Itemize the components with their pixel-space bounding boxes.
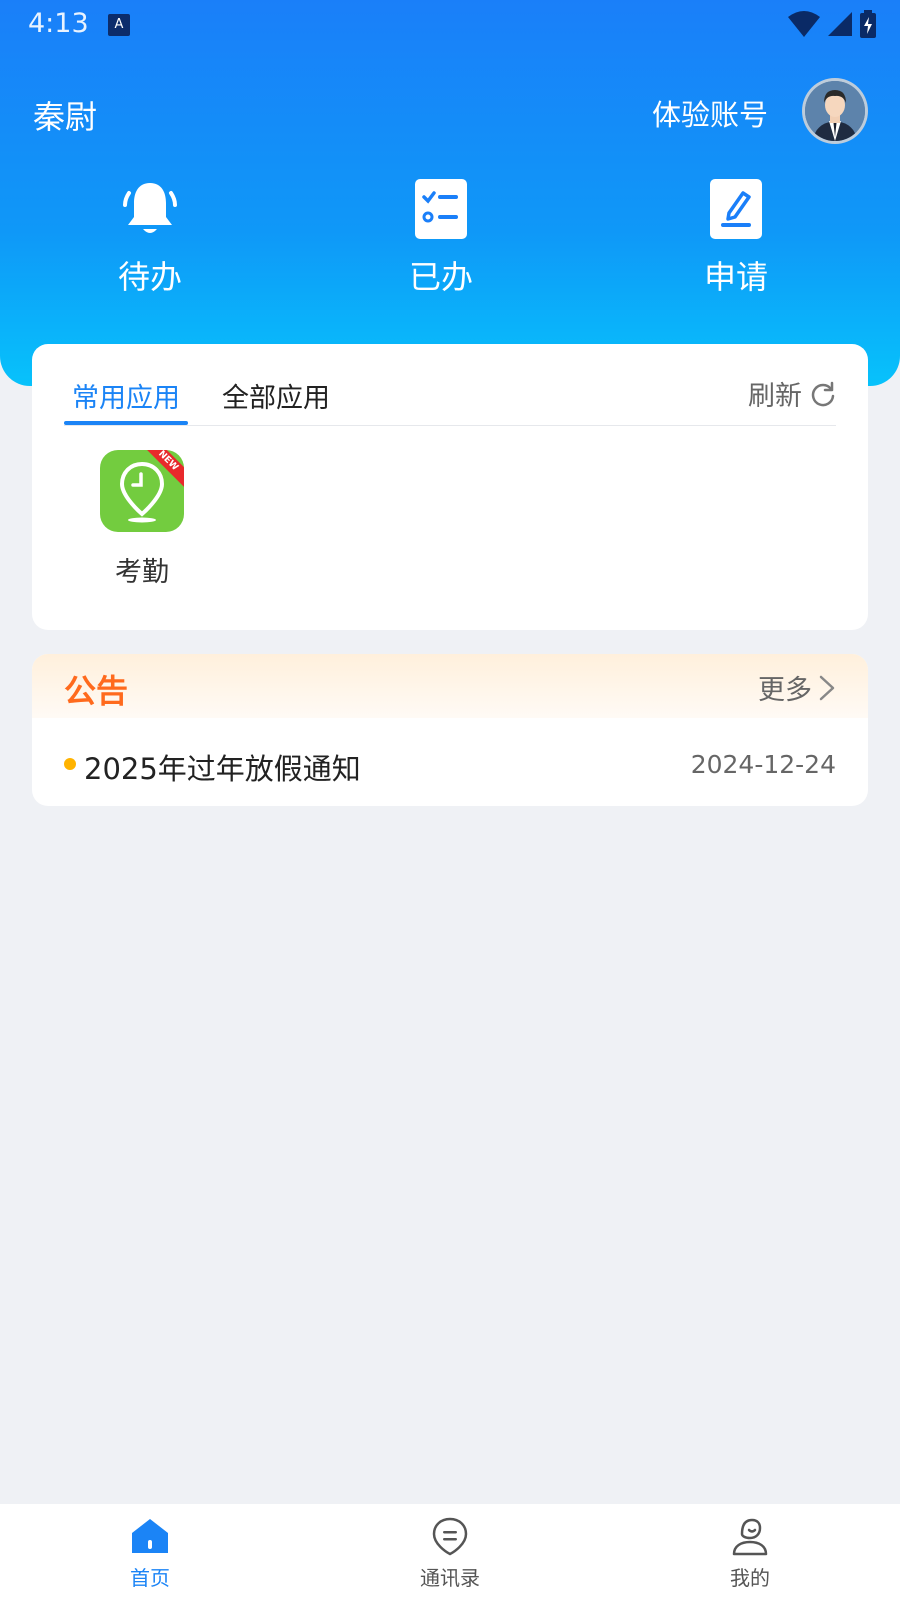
refresh-button[interactable]: 刷新: [748, 374, 836, 413]
profile-icon: [728, 1514, 772, 1558]
notice-item[interactable]: 2025年过年放假通知 2024-12-24: [64, 746, 836, 786]
status-icons: [788, 10, 876, 38]
notice-title: 公告: [64, 672, 129, 710]
signal-icon: [828, 12, 852, 36]
status-time: 4:13: [28, 8, 89, 39]
quick-action-todo[interactable]: 待办: [90, 176, 210, 298]
notification-icon: A: [108, 14, 130, 36]
quick-action-label: 申请: [703, 258, 768, 296]
bell-icon: [115, 176, 185, 242]
nav-home[interactable]: 首页: [90, 1514, 210, 1591]
nav-contacts[interactable]: 通讯录: [390, 1514, 510, 1591]
nav-label: 我的: [730, 1566, 770, 1590]
company-name: 秦尉: [33, 98, 98, 136]
quick-action-done[interactable]: 已办: [381, 176, 501, 298]
wifi-icon: [788, 11, 820, 37]
home-icon: [128, 1514, 172, 1558]
bottom-navigation: 首页 通讯录 我的: [0, 1504, 900, 1600]
notice-item-title: 2025年过年放假通知: [84, 752, 361, 786]
notice-item-date: 2024-12-24: [690, 750, 836, 779]
status-bar: 4:13 A: [0, 0, 900, 50]
edit-document-icon: [701, 176, 771, 242]
quick-action-label: 已办: [408, 258, 473, 296]
battery-icon: [860, 10, 876, 38]
tab-common-apps[interactable]: 常用应用: [72, 376, 180, 415]
nav-profile[interactable]: 我的: [690, 1514, 810, 1591]
avatar-image: [805, 81, 865, 141]
quick-action-label: 待办: [117, 258, 182, 296]
avatar[interactable]: [802, 78, 868, 144]
more-label: 更多: [758, 675, 812, 706]
chevron-right-icon: [819, 675, 835, 700]
bullet-dot: [64, 758, 76, 770]
app-attendance[interactable]: NEW 考勤: [100, 450, 184, 589]
notice-card: 公告 更多 2025年过年放假通知 2024-12-24: [32, 654, 868, 806]
tab-all-apps[interactable]: 全部应用: [222, 376, 330, 415]
account-label[interactable]: 体验账号: [652, 92, 768, 134]
apps-card: 常用应用 全部应用 刷新 NEW 考勤: [32, 344, 868, 630]
notice-header: 公告 更多: [32, 654, 868, 718]
app-label: 考勤: [115, 557, 169, 588]
nav-label: 首页: [130, 1566, 170, 1590]
nav-label: 通讯录: [420, 1566, 480, 1590]
notice-more-button[interactable]: 更多: [758, 668, 836, 707]
active-tab-indicator: [64, 421, 188, 425]
location-clock-icon: NEW: [100, 450, 184, 532]
app-tabs: 常用应用 全部应用: [64, 374, 836, 426]
checklist-icon: [406, 176, 476, 242]
refresh-label: 刷新: [748, 381, 802, 412]
contacts-icon: [428, 1514, 472, 1558]
quick-action-apply[interactable]: 申请: [676, 176, 796, 298]
refresh-icon: [811, 381, 835, 406]
